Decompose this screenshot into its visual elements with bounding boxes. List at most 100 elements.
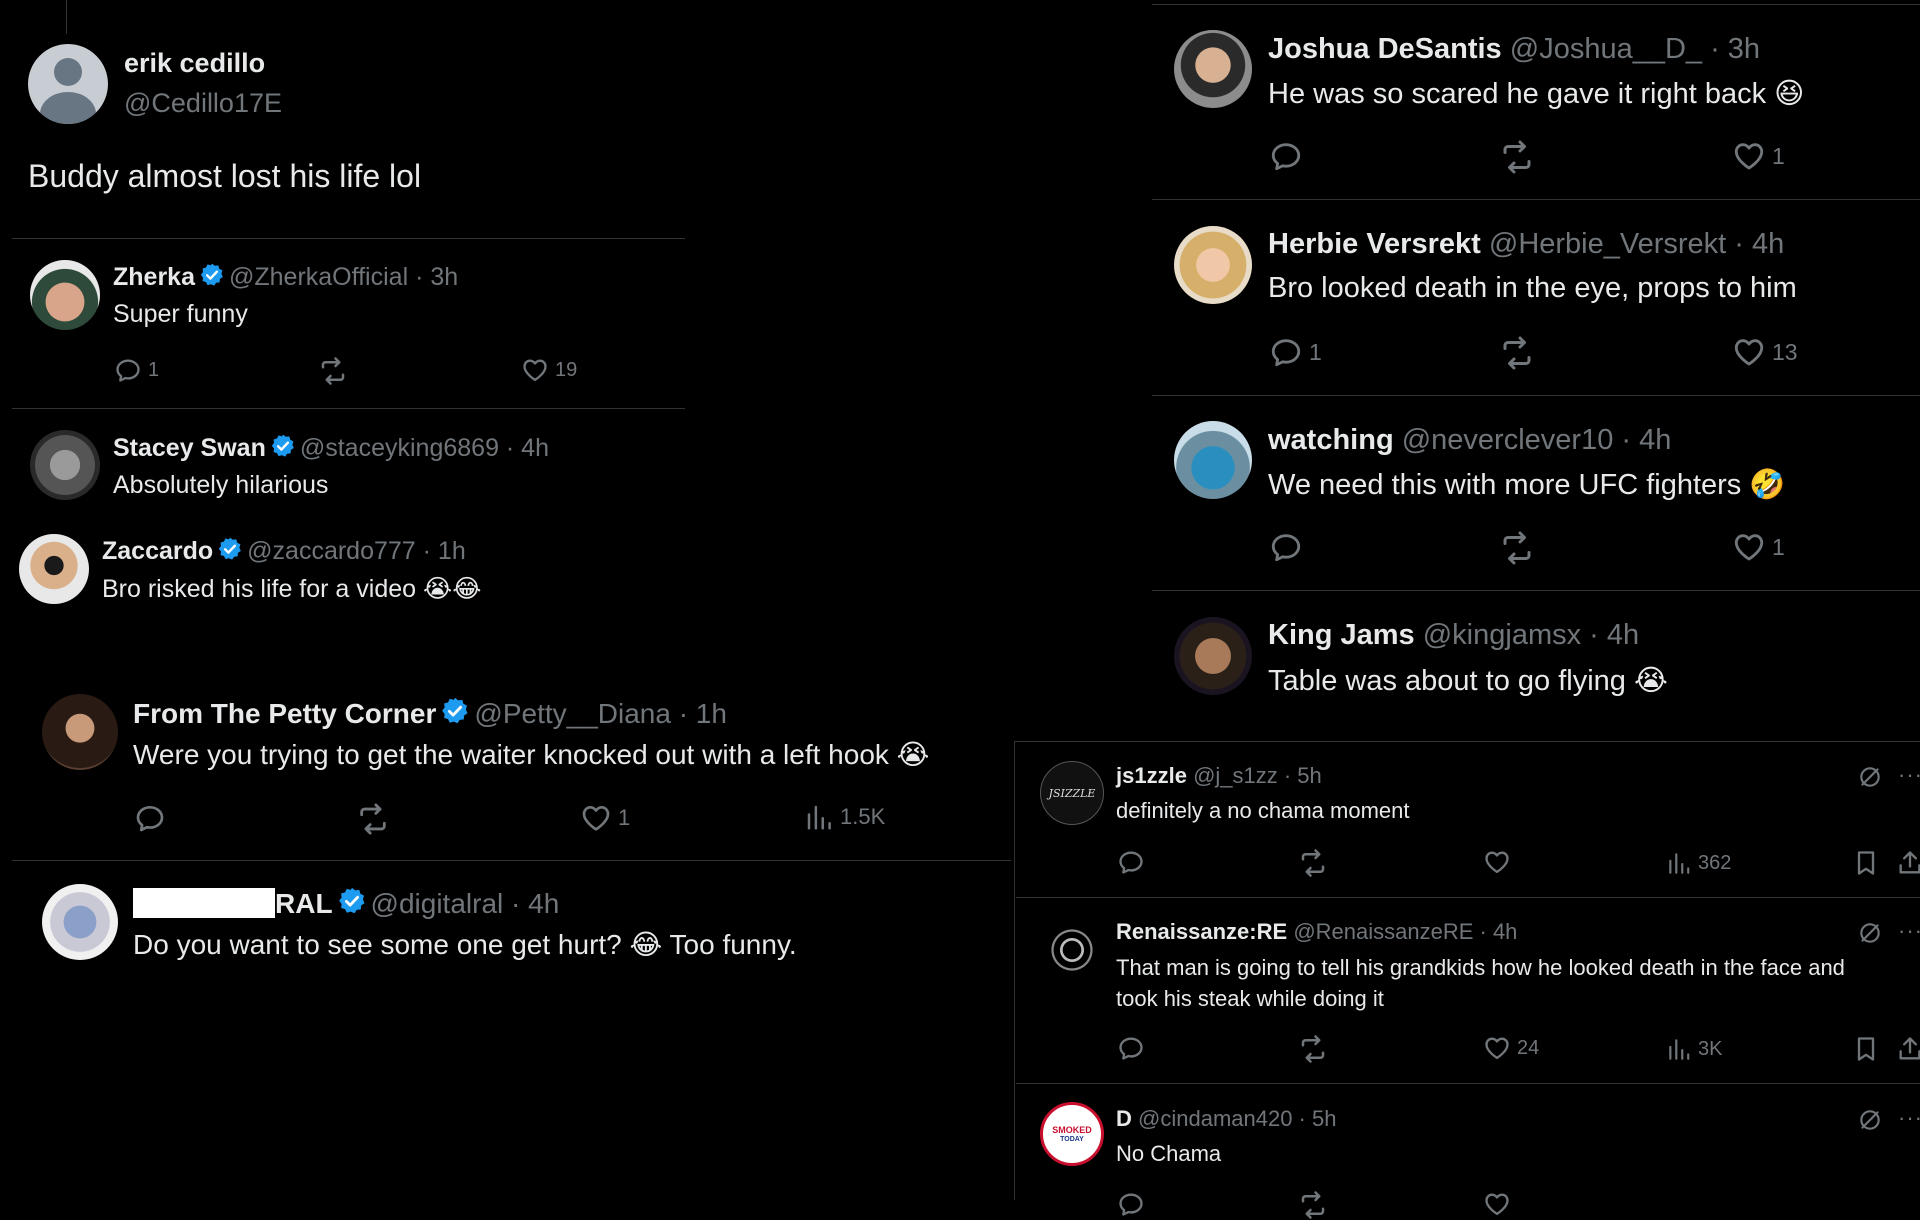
author-name[interactable]: Herbie Versrekt bbox=[1268, 228, 1481, 260]
rolling-on-floor-laughing-emoji-icon: 🤣 bbox=[1749, 467, 1786, 501]
verified-badge-icon bbox=[199, 262, 225, 288]
avatar[interactable] bbox=[30, 430, 100, 500]
avatar[interactable] bbox=[1174, 30, 1252, 108]
author-name[interactable]: js1zzle bbox=[1116, 763, 1187, 788]
avatar[interactable] bbox=[28, 44, 108, 124]
repost-button[interactable] bbox=[1298, 1034, 1328, 1064]
like-button[interactable]: 1 bbox=[1732, 530, 1785, 564]
avatar[interactable] bbox=[1174, 421, 1252, 499]
avatar[interactable] bbox=[42, 694, 118, 770]
avatar[interactable] bbox=[30, 260, 100, 330]
views-button[interactable]: 1.5K bbox=[804, 802, 885, 832]
author-handle[interactable]: @RenaissanzeRE · 4h bbox=[1293, 919, 1517, 944]
reply-button[interactable]: 1 bbox=[1269, 335, 1322, 369]
repost-button[interactable] bbox=[1499, 335, 1535, 371]
author-name[interactable]: Zaccardo bbox=[102, 537, 213, 565]
author-handle[interactable]: @Petty__Diana · 1h bbox=[474, 698, 727, 729]
repost-icon bbox=[1499, 335, 1535, 371]
author-name[interactable]: D bbox=[1116, 1106, 1132, 1131]
avatar[interactable]: SMOKED TODAY bbox=[1040, 1102, 1104, 1166]
repost-button[interactable] bbox=[1298, 848, 1328, 878]
like-button[interactable] bbox=[1483, 848, 1511, 876]
repost-button[interactable] bbox=[1499, 139, 1535, 175]
divider bbox=[12, 238, 685, 239]
author-handle[interactable]: @digitalral · 4h bbox=[371, 888, 560, 919]
reply-header: Zherka @ZherkaOfficial · 3h bbox=[113, 262, 458, 292]
author-handle[interactable]: @Herbie_Versrekt · 4h bbox=[1489, 228, 1784, 260]
reply-count: 1 bbox=[148, 358, 160, 381]
like-button[interactable]: 1 bbox=[1732, 139, 1785, 173]
reply-button[interactable] bbox=[1117, 1190, 1145, 1218]
more-icon[interactable]: ··· bbox=[1898, 918, 1920, 944]
author-name[interactable]: King Jams bbox=[1268, 619, 1415, 651]
author-handle[interactable]: @j_s1zz · 5h bbox=[1193, 763, 1322, 788]
avatar[interactable] bbox=[1174, 226, 1252, 304]
reply-button[interactable]: 1 bbox=[114, 356, 159, 384]
like-button[interactable]: 13 bbox=[1732, 335, 1798, 369]
avatar[interactable] bbox=[1040, 918, 1104, 982]
bookmark-icon bbox=[1852, 849, 1880, 877]
share-button[interactable] bbox=[1896, 849, 1920, 877]
reply-button[interactable] bbox=[1117, 1034, 1145, 1062]
reply-button[interactable] bbox=[1269, 139, 1303, 173]
author-handle[interactable]: @neverclever10 · 4h bbox=[1402, 424, 1672, 456]
grok-button[interactable] bbox=[1857, 920, 1883, 946]
author-handle[interactable]: @staceyking6869 · 4h bbox=[300, 434, 549, 462]
bookmark-button[interactable] bbox=[1852, 849, 1880, 877]
author-name[interactable]: watching bbox=[1268, 424, 1394, 456]
reply-header: Stacey Swan @staceyking6869 · 4h bbox=[113, 433, 549, 463]
grok-button[interactable] bbox=[1857, 764, 1883, 790]
reply-header: From The Petty Corner @Petty__Diana · 1h bbox=[133, 696, 727, 730]
reply-text: Do you want to see some one get hurt? 😂 … bbox=[133, 928, 797, 961]
redacted-name-block bbox=[133, 888, 275, 918]
author-name[interactable]: Joshua DeSantis bbox=[1268, 33, 1502, 65]
reply-button[interactable] bbox=[1269, 530, 1303, 564]
views-button[interactable]: 3K bbox=[1666, 1036, 1722, 1062]
divider bbox=[1152, 590, 1920, 591]
author-handle[interactable]: @cindaman420 · 5h bbox=[1138, 1106, 1336, 1131]
reply-text: Bro risked his life for a video 😭😂 bbox=[102, 574, 482, 603]
author-name[interactable]: Zherka bbox=[113, 263, 195, 291]
author-name[interactable]: Stacey Swan bbox=[113, 434, 266, 462]
author-handle[interactable]: @zaccardo777 · 1h bbox=[247, 537, 466, 565]
repost-button[interactable] bbox=[356, 802, 390, 836]
avatar[interactable]: JSIZZLE bbox=[1040, 761, 1104, 825]
reply-header: Joshua DeSantis @Joshua__D_ · 3h bbox=[1268, 33, 1760, 66]
author-name[interactable]: RAL bbox=[275, 888, 333, 919]
divider bbox=[1014, 741, 1920, 742]
like-count: 13 bbox=[1772, 338, 1798, 365]
like-button[interactable] bbox=[1483, 1190, 1511, 1218]
author-name[interactable]: Renaissanze:RE bbox=[1116, 919, 1287, 944]
avatar[interactable] bbox=[1174, 617, 1252, 695]
author-handle[interactable]: @Cedillo17E bbox=[124, 88, 282, 119]
author-handle[interactable]: @kingjamsx · 4h bbox=[1423, 619, 1639, 651]
repost-button[interactable] bbox=[318, 356, 348, 386]
tears-of-joy-emoji-icon: 😂 bbox=[629, 928, 663, 961]
author-name[interactable]: erik cedillo bbox=[124, 48, 265, 79]
more-icon[interactable]: ··· bbox=[1898, 762, 1920, 788]
reply-icon bbox=[1269, 139, 1303, 173]
like-button[interactable]: 24 bbox=[1483, 1034, 1539, 1062]
reply-text: No Chama bbox=[1116, 1141, 1222, 1166]
like-count: 24 bbox=[1517, 1036, 1540, 1059]
avatar[interactable] bbox=[19, 534, 89, 604]
repost-icon bbox=[1499, 530, 1535, 566]
loudly-crying-emoji-icon: 😭 bbox=[422, 574, 453, 603]
author-handle[interactable]: @Joshua__D_ · 3h bbox=[1510, 33, 1760, 65]
more-icon[interactable]: ··· bbox=[1898, 1105, 1920, 1131]
grok-button[interactable] bbox=[1857, 1107, 1883, 1133]
views-button[interactable]: 362 bbox=[1666, 850, 1731, 876]
reply-button[interactable] bbox=[134, 802, 166, 834]
bookmark-button[interactable] bbox=[1852, 1035, 1880, 1063]
view-count: 3K bbox=[1698, 1037, 1723, 1060]
reply-button[interactable] bbox=[1117, 848, 1145, 876]
share-button[interactable] bbox=[1896, 1035, 1920, 1063]
like-button[interactable]: 19 bbox=[521, 356, 577, 384]
repost-button[interactable] bbox=[1298, 1190, 1328, 1220]
author-handle[interactable]: @ZherkaOfficial · 3h bbox=[229, 263, 458, 291]
like-count: 1 bbox=[1772, 533, 1785, 560]
avatar[interactable] bbox=[42, 884, 118, 960]
like-button[interactable]: 1 bbox=[580, 802, 630, 834]
author-name[interactable]: From The Petty Corner bbox=[133, 698, 436, 729]
repost-button[interactable] bbox=[1499, 530, 1535, 566]
